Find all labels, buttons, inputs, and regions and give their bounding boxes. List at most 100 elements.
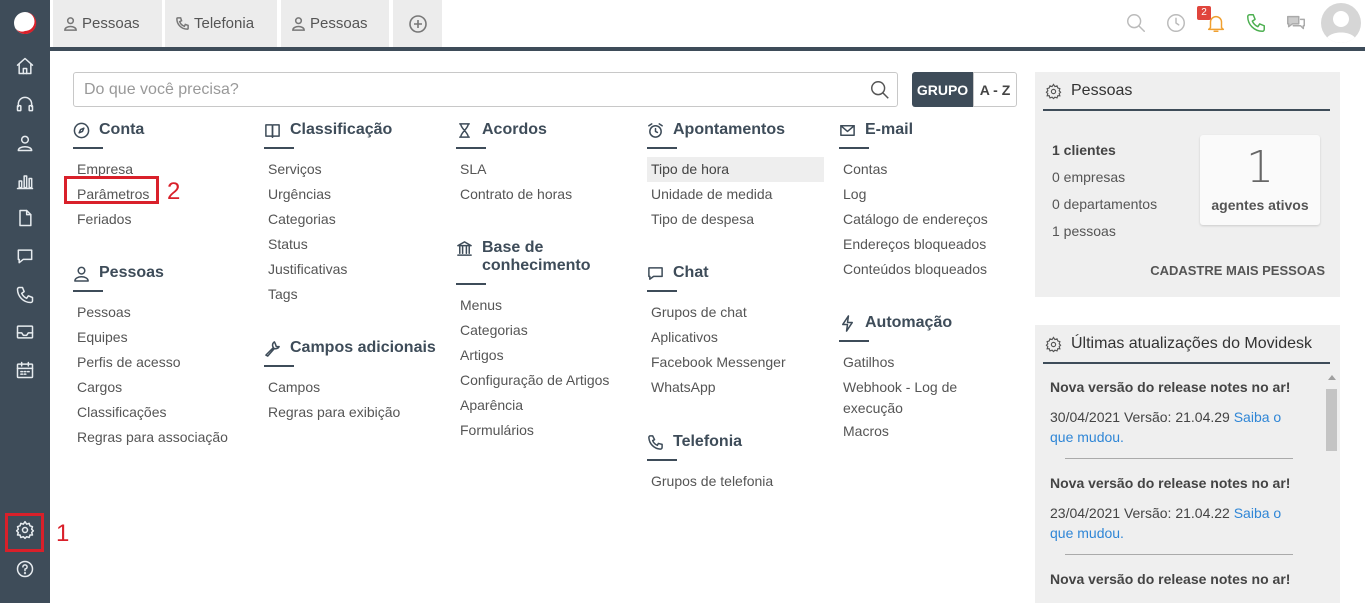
menu-item-equipes[interactable]: Equipes — [73, 325, 228, 350]
wrench-icon — [265, 341, 280, 357]
document-icon[interactable] — [13, 206, 37, 230]
home-icon[interactable] — [13, 54, 37, 78]
calendar-icon[interactable] — [13, 358, 37, 382]
section-title-line1: Base de — [482, 239, 544, 256]
menu-item-tipo-hora[interactable]: Tipo de hora — [647, 157, 824, 182]
update-meta: 23/04/2021 Versão: 21.04.22 Saiba o que m… — [1050, 505, 1282, 541]
search-icon[interactable] — [869, 79, 891, 101]
person-icon — [64, 17, 77, 31]
tab-pessoas-2[interactable]: Pessoas — [281, 0, 389, 47]
stat-clientes[interactable]: 1 clientes — [1052, 142, 1116, 158]
menu-item-urgencias[interactable]: Urgências — [264, 182, 392, 207]
plus-circle-icon — [408, 14, 427, 33]
update-title: Nova versão do release notes no ar! — [1050, 379, 1291, 395]
menu-item-facebook[interactable]: Facebook Messenger — [647, 350, 786, 375]
scroll-up-arrow-icon[interactable] — [1328, 375, 1336, 380]
menu-item-regras-exibicao[interactable]: Regras para exibição — [264, 400, 436, 425]
menu-item-cargos[interactable]: Cargos — [73, 375, 228, 400]
menu-item-status[interactable]: Status — [264, 232, 392, 257]
menu-item-perfis[interactable]: Perfis de acesso — [73, 350, 228, 375]
section-automacao: Automação Gatilhos Webhook - Log de exec… — [839, 314, 957, 444]
menu-item-macros[interactable]: Macros — [839, 419, 957, 444]
menu-item-whatsapp[interactable]: WhatsApp — [647, 375, 786, 400]
menu-item-enderecos-bloqueados[interactable]: Endereços bloqueados — [839, 232, 988, 257]
section-title: Conta — [99, 121, 145, 138]
menu-item-webhook[interactable]: Webhook - Log de — [839, 377, 957, 398]
people-icon[interactable] — [13, 131, 37, 155]
menu-item-tipo-despesa[interactable]: Tipo de despesa — [647, 207, 824, 232]
menu-item-aparencia[interactable]: Aparência — [456, 393, 609, 418]
cadastre-pessoas-link[interactable]: CADASTRE MAIS PESSOAS — [1150, 263, 1325, 278]
update-link[interactable]: Saiba o — [1234, 409, 1281, 425]
menu-item-unidade-medida[interactable]: Unidade de medida — [647, 182, 824, 207]
menu-item-campos[interactable]: Campos — [264, 375, 436, 400]
menu-item-conteudos-bloqueados[interactable]: Conteúdos bloqueados — [839, 257, 988, 282]
update-link[interactable]: que mudou. — [1050, 525, 1124, 541]
menu-item-categorias[interactable]: Categorias — [264, 207, 392, 232]
help-icon[interactable] — [13, 557, 37, 581]
update-link[interactable]: Saiba o — [1234, 505, 1281, 521]
section-title: Campos adicionais — [290, 339, 436, 356]
view-group-button[interactable]: GRUPO — [912, 72, 973, 107]
menu-item-contrato-horas[interactable]: Contrato de horas — [456, 182, 572, 207]
tab-label: Telefonia — [194, 15, 255, 32]
reports-icon[interactable] — [13, 169, 37, 193]
menu-item-pessoas[interactable]: Pessoas — [73, 300, 228, 325]
search-top-icon[interactable] — [1125, 12, 1149, 36]
menu-item-classificacoes[interactable]: Classificações — [73, 400, 228, 425]
section-underline — [647, 459, 677, 461]
menu-item-tags[interactable]: Tags — [264, 282, 392, 307]
section-pessoas: Pessoas Pessoas Equipes Perfis de acesso… — [73, 264, 228, 450]
updates-scrollbar[interactable] — [1325, 373, 1337, 595]
update-separator — [1065, 554, 1293, 555]
menu-item-sla[interactable]: SLA — [456, 157, 572, 182]
menu-item-regras-associacao[interactable]: Regras para associação — [73, 425, 228, 450]
update-link[interactable]: que mudou. — [1050, 429, 1124, 445]
headset-icon[interactable] — [13, 92, 37, 116]
view-az-button[interactable]: A - Z — [973, 72, 1017, 107]
menu-item-catalogo[interactable]: Catálogo de endereços — [839, 207, 988, 232]
menu-item-aplicativos[interactable]: Aplicativos — [647, 325, 786, 350]
chat-icon — [648, 267, 663, 280]
menu-item-gatilhos[interactable]: Gatilhos — [839, 350, 957, 375]
history-clock-icon[interactable] — [1165, 12, 1189, 36]
section-underline — [456, 283, 486, 285]
institution-icon — [457, 241, 472, 256]
movidesk-logo-icon[interactable] — [11, 9, 39, 37]
annotation-number-2: 2 — [167, 178, 181, 205]
tab-telefonia[interactable]: Telefonia — [165, 0, 277, 47]
hourglass-icon — [459, 123, 470, 138]
menu-item-justificativas[interactable]: Justificativas — [264, 257, 392, 282]
menu-item-menus[interactable]: Menus — [456, 293, 609, 318]
chat-icon[interactable] — [13, 244, 37, 268]
scroll-thumb[interactable] — [1326, 389, 1337, 451]
search-input[interactable] — [74, 73, 854, 106]
stat-departamentos[interactable]: 0 departamentos — [1052, 196, 1157, 212]
menu-item-contas[interactable]: Contas — [839, 157, 988, 182]
section-apontamentos: Apontamentos Tipo de hora Unidade de med… — [647, 121, 824, 232]
menu-item-feriados[interactable]: Feriados — [73, 207, 149, 232]
gear-icon — [1045, 82, 1062, 99]
phone-green-icon[interactable] — [1245, 12, 1269, 36]
section-acordos: Acordos SLA Contrato de horas — [456, 121, 572, 207]
phone-icon[interactable] — [13, 283, 37, 307]
menu-item-servicos[interactable]: Serviços — [264, 157, 392, 182]
menu-item-artigos[interactable]: Artigos — [456, 343, 609, 368]
chat-bubbles-icon[interactable] — [1285, 12, 1309, 36]
section-title: Classificação — [290, 121, 393, 138]
stat-pessoas[interactable]: 1 pessoas — [1052, 223, 1116, 239]
stat-empresas[interactable]: 0 empresas — [1052, 169, 1125, 185]
inbox-icon[interactable] — [13, 320, 37, 344]
section-chat: Chat Grupos de chat Aplicativos Facebook… — [647, 264, 786, 400]
menu-item-log[interactable]: Log — [839, 182, 988, 207]
tab-pessoas[interactable]: Pessoas — [53, 0, 162, 47]
menu-item-grupos-chat[interactable]: Grupos de chat — [647, 300, 786, 325]
add-tab-button[interactable] — [393, 0, 442, 47]
menu-item-formularios[interactable]: Formulários — [456, 418, 609, 443]
menu-item-config-artigos[interactable]: Configuração de Artigos — [456, 368, 609, 393]
user-avatar[interactable] — [1321, 3, 1361, 43]
menu-item-webhook-cont[interactable]: execução — [839, 398, 957, 419]
menu-item-grupos-telefonia[interactable]: Grupos de telefonia — [647, 469, 773, 494]
phone-icon — [648, 435, 663, 450]
menu-item-categorias-base[interactable]: Categorias — [456, 318, 609, 343]
